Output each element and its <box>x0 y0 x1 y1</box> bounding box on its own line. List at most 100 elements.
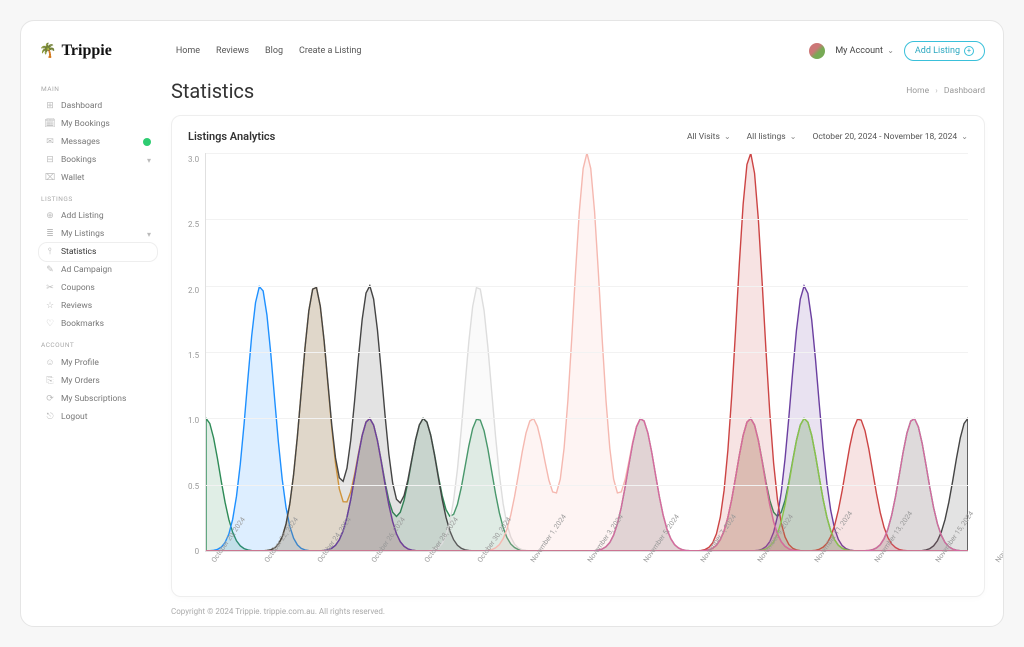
sidebar-item-label: Dashboard <box>61 101 102 111</box>
sidebar-item-add-listing[interactable]: ⊕Add Listing <box>39 207 157 225</box>
card-title: Listings Analytics <box>188 130 275 143</box>
breadcrumb: Home › Dashboard <box>906 86 985 96</box>
sidebar-item-label: My Orders <box>61 376 100 386</box>
logo[interactable]: 🌴 Trippie <box>39 42 112 60</box>
topbar: 🌴 Trippie Home Reviews Blog Create a Listin… <box>39 35 985 67</box>
sidebar-item-label: My Profile <box>61 358 99 368</box>
page-title: Statistics <box>171 79 254 103</box>
sidebar-item-label: My Listings <box>61 229 104 239</box>
card-filters: All Visits ⌄ All listings ⌄ October 20, … <box>687 132 968 142</box>
sidebar-item-my-profile[interactable]: ☺My Profile <box>39 353 157 372</box>
sidebar-item-label: Reviews <box>61 301 92 311</box>
sidebar-item-label: My Subscriptions <box>61 394 126 404</box>
y-tick: 0 <box>188 547 199 556</box>
sidebar-icon: ⌧ <box>45 173 55 183</box>
sidebar-section-title: MAIN <box>41 85 157 93</box>
sidebar-item-messages[interactable]: ✉ Messages <box>39 133 157 151</box>
y-tick: 1.5 <box>188 351 199 360</box>
chevron-down-icon: ⌄ <box>724 132 731 141</box>
body: MAIN ⊞ Dashboard 🗓 My Bookings ✉ Messages ⊟ Book… <box>39 73 985 616</box>
sidebar-item-label: Logout <box>61 412 88 422</box>
sidebar-icon: ♡ <box>45 319 55 329</box>
add-listing-button[interactable]: Add Listing + <box>904 41 985 61</box>
account-dropdown[interactable]: My Account ⌄ <box>835 46 894 56</box>
sidebar-item-label: My Bookings <box>61 119 110 129</box>
y-tick: 1.0 <box>188 416 199 425</box>
topbar-right: My Account ⌄ Add Listing + <box>809 41 985 61</box>
sidebar-item-label: Wallet <box>61 173 84 183</box>
grid-line <box>206 219 968 220</box>
nav-link[interactable]: Reviews <box>216 46 249 56</box>
sidebar-item-label: Ad Campaign <box>61 265 112 275</box>
filter-range-label: October 20, 2024 - November 18, 2024 <box>812 132 957 142</box>
card-head: Listings Analytics All Visits ⌄ All list… <box>188 130 968 143</box>
sidebar-item-label: Messages <box>61 137 100 147</box>
sidebar-icon: ⎘ <box>45 376 55 386</box>
sidebar-item-my-subscriptions[interactable]: ⟳ My Subscriptions <box>39 390 157 408</box>
grid-line <box>206 485 968 486</box>
sidebar-item-logout[interactable]: ⎋ Logout <box>39 408 157 426</box>
sidebar-item-label: Coupons <box>61 283 95 293</box>
plot-column: October 20, 2024October 22, 2024October … <box>205 153 968 590</box>
sidebar-item-dashboard[interactable]: ⊞ Dashboard <box>39 97 157 115</box>
breadcrumb-home[interactable]: Home <box>906 86 929 96</box>
sidebar-icon: ✉ <box>45 137 55 147</box>
x-tick: November 18, 2024 <box>989 506 1004 575</box>
sidebar-item-my-bookings[interactable]: 🗓 My Bookings <box>39 115 157 133</box>
y-tick: 0.5 <box>188 482 199 491</box>
sidebar-icon: ⫯ <box>45 247 55 257</box>
sidebar-icon: 🗓 <box>45 119 55 129</box>
chevron-down-icon: ⌄ <box>790 132 797 141</box>
nav-link[interactable]: Blog <box>265 46 283 56</box>
footer: Copyright © 2024 Trippie. trippie.com.au… <box>171 607 985 616</box>
filter-date-range[interactable]: October 20, 2024 - November 18, 2024 ⌄ <box>812 132 968 142</box>
sidebar-icon: ⎋ <box>45 412 55 422</box>
sidebar-section-title: LISTINGS <box>41 195 157 203</box>
grid-line <box>206 352 968 353</box>
page-header: Statistics Home › Dashboard <box>171 79 985 103</box>
sidebar-item-bookings[interactable]: ⊟ Bookings ▾ <box>39 151 157 169</box>
sidebar: MAIN ⊞ Dashboard 🗓 My Bookings ✉ Messages ⊟ Book… <box>39 73 157 616</box>
plus-circle-icon: + <box>964 46 974 56</box>
sidebar-item-label: Bookmarks <box>61 319 104 329</box>
add-listing-label: Add Listing <box>915 46 960 56</box>
breadcrumb-sep: › <box>935 86 938 96</box>
sidebar-item-wallet[interactable]: ⌧ Wallet <box>39 169 157 187</box>
sidebar-item-my-listings[interactable]: ≣My Listings▾ <box>39 225 157 243</box>
palm-icon: 🌴 <box>39 44 56 58</box>
filter-visits-label: All Visits <box>687 132 720 142</box>
sidebar-item-label: Statistics <box>61 247 96 257</box>
chevron-down-icon: ⌄ <box>887 46 894 55</box>
sidebar-item-label: Bookings <box>61 155 96 165</box>
plot-area <box>205 153 968 552</box>
sidebar-item-coupons[interactable]: ✂Coupons <box>39 279 157 297</box>
sidebar-item-bookmarks[interactable]: ♡ Bookmarks <box>39 315 157 333</box>
top-nav: Home Reviews Blog Create a Listing <box>176 46 362 56</box>
sidebar-item-statistics[interactable]: ⫯ Statistics <box>39 243 157 261</box>
sidebar-item-reviews[interactable]: ☆ Reviews <box>39 297 157 315</box>
filter-visits[interactable]: All Visits ⌄ <box>687 132 731 142</box>
grid-line <box>206 418 968 419</box>
nav-link[interactable]: Home <box>176 46 200 56</box>
sidebar-icon: ⟳ <box>45 394 55 404</box>
analytics-card: Listings Analytics All Visits ⌄ All list… <box>171 115 985 597</box>
chevron-down-icon: ⌄ <box>961 132 968 141</box>
x-axis: October 20, 2024October 22, 2024October … <box>205 556 968 590</box>
y-axis: 3.02.52.01.51.00.50 <box>188 153 205 590</box>
sidebar-icon: ⊟ <box>45 155 55 165</box>
nav-link[interactable]: Create a Listing <box>299 46 361 56</box>
notification-badge <box>143 138 151 146</box>
sidebar-icon: ⊞ <box>45 101 55 111</box>
chevron-down-icon: ▾ <box>147 230 151 239</box>
grid-line <box>206 153 968 154</box>
chevron-down-icon: ▾ <box>147 156 151 165</box>
filter-listings[interactable]: All listings ⌄ <box>747 132 797 142</box>
filter-listings-label: All listings <box>747 132 786 142</box>
sidebar-icon: ✎ <box>45 265 55 275</box>
logo-text: Trippie <box>61 42 111 60</box>
breadcrumb-current: Dashboard <box>944 86 985 96</box>
sidebar-item-ad-campaign[interactable]: ✎ Ad Campaign <box>39 261 157 279</box>
sidebar-item-my-orders[interactable]: ⎘ My Orders <box>39 372 157 390</box>
sidebar-icon: ☆ <box>45 301 55 311</box>
avatar[interactable] <box>809 43 825 59</box>
